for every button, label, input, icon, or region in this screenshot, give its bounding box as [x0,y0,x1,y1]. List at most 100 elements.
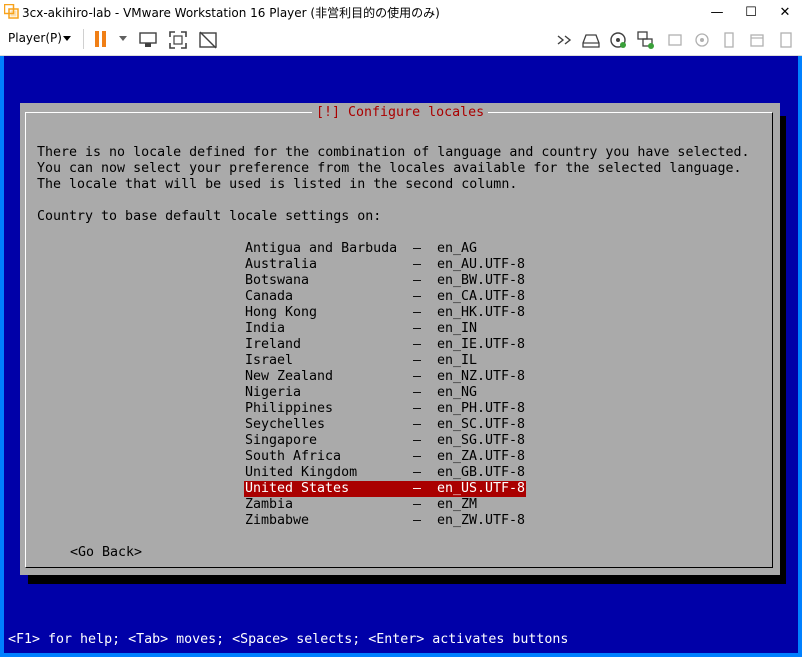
vm-console-frame: [!] Configure locales There is no locale… [0,56,802,657]
list-item[interactable]: India – en_IN [244,321,526,337]
list-item[interactable]: Zimbabwe – en_ZW.UTF-8 [244,513,526,529]
separator-dash: – [413,481,422,496]
country-name: United States [245,481,350,496]
hard-disk-icon[interactable] [580,29,602,51]
pause-icon-bar[interactable] [102,31,106,47]
separator-dash: – [413,513,422,528]
country-name: United Kingdom [245,465,358,480]
list-item[interactable]: United Kingdom – en_GB.UTF-8 [244,465,526,481]
player-menu[interactable]: Player(P) [8,31,62,45]
sound-card-icon[interactable] [691,29,713,51]
dialog-title: [!] Configure locales [312,105,489,121]
usb-icon[interactable] [664,29,686,51]
locale-code: en_IL [437,353,478,368]
locale-code: en_AU.UTF-8 [437,257,526,272]
country-name: Singapore [245,433,318,448]
separator-dash: – [413,433,422,448]
locale-code: en_ZA.UTF-8 [437,449,526,464]
list-item-selected[interactable]: United States – en_US.UTF-8 [244,481,526,497]
country-name: Antigua and Barbuda [245,241,398,256]
vm-screen[interactable]: [!] Configure locales There is no locale… [4,56,798,653]
unity-icon[interactable] [197,29,219,51]
separator-dash: – [413,369,422,384]
list-item[interactable]: Botswana – en_BW.UTF-8 [244,273,526,289]
locale-code: en_IE.UTF-8 [437,337,526,352]
country-name: Ireland [245,337,302,352]
list-item[interactable]: Nigeria – en_NG [244,385,526,401]
network-adapter-icon[interactable] [634,29,656,51]
list-item[interactable]: Ireland – en_IE.UTF-8 [244,337,526,353]
dialog-description: There is no locale defined for the combi… [37,145,750,192]
country-name: Canada [245,289,294,304]
window-title: 3cx-akihiro-lab - VMware Workstation 16 … [22,6,440,20]
locale-code: en_GB.UTF-8 [437,465,526,480]
list-item[interactable]: Hong Kong – en_HK.UTF-8 [244,305,526,321]
locale-code: en_NG [437,385,478,400]
country-name: Zimbabwe [245,513,310,528]
maximize-button[interactable]: ☐ [734,0,768,24]
separator-dash: – [413,449,422,464]
separator-dash: – [413,337,422,352]
forward-icon[interactable] [554,29,576,51]
status-help-line: <F1> for help; <Tab> moves; <Space> sele… [8,632,569,647]
window-titlebar: 3cx-akihiro-lab - VMware Workstation 16 … [0,0,802,24]
list-item[interactable]: New Zealand – en_NZ.UTF-8 [244,369,526,385]
country-name: Hong Kong [245,305,318,320]
country-name: Botswana [245,273,310,288]
locale-code: en_NZ.UTF-8 [437,369,526,384]
pause-icon[interactable] [95,31,99,47]
cd-dvd-icon[interactable] [607,29,629,51]
toolbar-divider [83,29,84,49]
list-item[interactable]: Philippines – en_PH.UTF-8 [244,401,526,417]
separator-dash: – [413,257,422,272]
separator-dash: – [413,241,422,256]
country-name: Seychelles [245,417,326,432]
dialog-prompt: Country to base default locale settings … [37,209,382,224]
removable-device-icon[interactable] [775,29,797,51]
list-item[interactable]: Singapore – en_SG.UTF-8 [244,433,526,449]
list-item[interactable]: Seychelles – en_SC.UTF-8 [244,417,526,433]
locale-code: en_BW.UTF-8 [437,273,526,288]
list-item[interactable]: Zambia – en_ZM [244,497,526,513]
list-item[interactable]: Canada – en_CA.UTF-8 [244,289,526,305]
locale-code: en_AG [437,241,478,256]
separator-dash: – [413,353,422,368]
locale-code: en_US.UTF-8 [437,481,526,496]
country-name: Philippines [245,401,334,416]
country-name: Israel [245,353,294,368]
country-name: New Zealand [245,369,334,384]
printer-icon[interactable] [718,29,740,51]
list-item[interactable]: Antigua and Barbuda – en_AG [244,241,526,257]
locale-list[interactable]: Antigua and Barbuda – en_AG Australia – en_AU… [244,241,526,529]
separator-dash: – [413,321,422,336]
locale-code: en_PH.UTF-8 [437,401,526,416]
minimize-icon: — [710,4,724,20]
country-name: India [245,321,286,336]
minimize-button[interactable]: — [700,0,734,24]
list-item[interactable]: Australia – en_AU.UTF-8 [244,257,526,273]
locale-code: en_HK.UTF-8 [437,305,526,320]
country-name: South Africa [245,449,342,464]
player-toolbar: Player(P) [0,24,802,56]
send-ctrl-alt-del-icon[interactable] [137,29,159,51]
list-item[interactable]: Israel – en_IL [244,353,526,369]
go-back-button[interactable]: <Go Back> [70,545,142,561]
maximize-icon: ☐ [745,4,757,20]
separator-dash: – [413,385,422,400]
list-item[interactable]: South Africa – en_ZA.UTF-8 [244,449,526,465]
close-icon: ✕ [779,4,791,20]
fullscreen-icon[interactable] [167,29,189,51]
country-name: Nigeria [245,385,302,400]
display-icon[interactable] [746,29,768,51]
player-menu-chevron-down-icon[interactable] [63,36,71,41]
locale-code: en_ZM [437,497,478,512]
locale-code: en_IN [437,321,478,336]
separator-dash: – [413,273,422,288]
locale-code: en_CA.UTF-8 [437,289,526,304]
separator-dash: – [413,465,422,480]
country-name: Australia [245,257,318,272]
locale-code: en_SG.UTF-8 [437,433,526,448]
power-chevron-down-icon[interactable] [119,36,127,41]
country-name: Zambia [245,497,294,512]
close-button[interactable]: ✕ [768,0,802,24]
